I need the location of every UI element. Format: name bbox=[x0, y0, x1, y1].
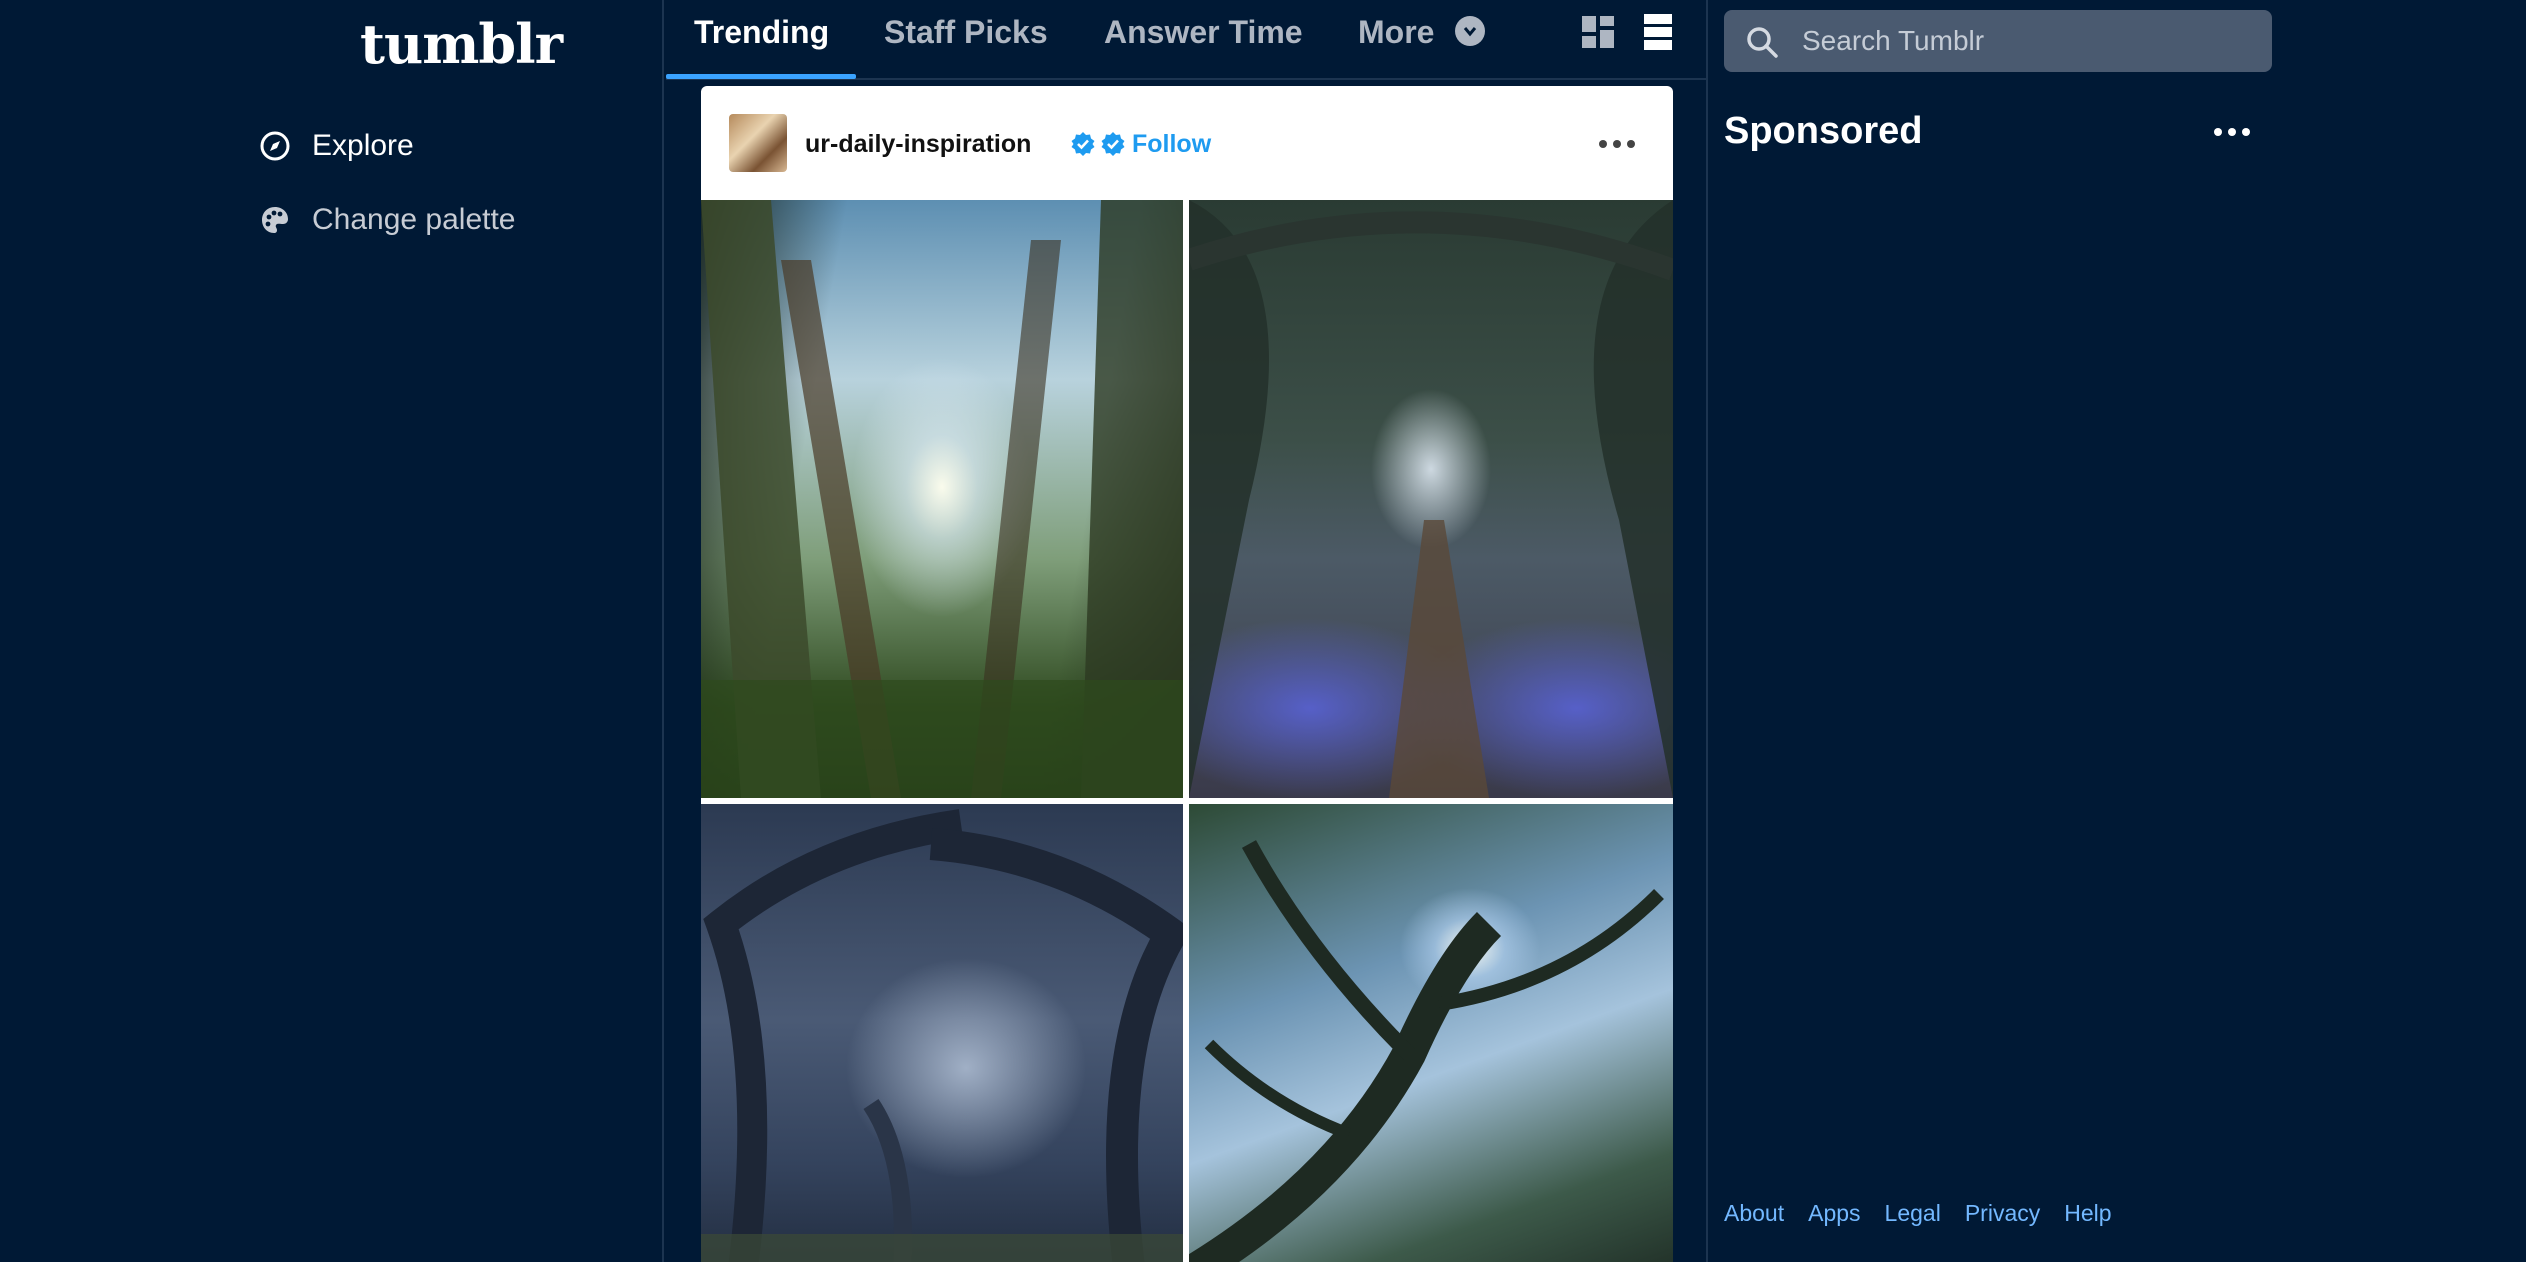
sponsored-heading: Sponsored bbox=[1724, 110, 1923, 152]
palette-icon bbox=[258, 203, 292, 237]
post-more-options-icon[interactable] bbox=[1599, 140, 1635, 148]
footer-link-privacy[interactable]: Privacy bbox=[1965, 1200, 2040, 1227]
list-view-icon[interactable] bbox=[1640, 12, 1676, 52]
verified-badge-icon bbox=[1070, 131, 1096, 157]
dot bbox=[2228, 128, 2236, 136]
search-icon bbox=[1744, 24, 1780, 60]
grid-view-icon[interactable] bbox=[1580, 12, 1616, 52]
dot bbox=[1599, 140, 1607, 148]
tab-staff-picks[interactable]: Staff Picks bbox=[884, 0, 1048, 80]
post-image-bluebell-path[interactable] bbox=[1189, 200, 1673, 798]
post-header: ur-daily-inspiration Follow bbox=[701, 86, 1673, 200]
tab-answer-time[interactable]: Answer Time bbox=[1104, 0, 1303, 80]
sponsored-more-options-icon[interactable] bbox=[2214, 128, 2250, 136]
dot bbox=[1627, 140, 1635, 148]
dot bbox=[2214, 128, 2222, 136]
dot bbox=[2242, 128, 2250, 136]
footer-link-legal[interactable]: Legal bbox=[1885, 1200, 1941, 1227]
post-username[interactable]: ur-daily-inspiration bbox=[805, 130, 1031, 159]
left-sidebar: tumblr Explore Change palette bbox=[0, 0, 664, 1262]
post-image-misty-oaks[interactable] bbox=[701, 804, 1183, 1262]
tab-label: Trending bbox=[694, 14, 830, 50]
compass-icon bbox=[258, 129, 292, 163]
tumblr-explore-page: tumblr Explore Change palette Trending S… bbox=[0, 0, 2526, 1262]
chevron-down-icon bbox=[1455, 15, 1486, 46]
footer-link-help[interactable]: Help bbox=[2064, 1200, 2111, 1227]
follow-button[interactable]: Follow bbox=[1132, 130, 1211, 159]
tab-more[interactable]: More bbox=[1358, 0, 1486, 80]
search-bar[interactable] bbox=[1724, 10, 2272, 72]
sidebar-item-explore[interactable]: Explore bbox=[258, 118, 516, 174]
post-image-oak-branches[interactable] bbox=[1189, 804, 1673, 1262]
active-tab-indicator bbox=[666, 74, 856, 79]
sidebar-item-label: Change palette bbox=[312, 203, 516, 236]
footer-link-apps[interactable]: Apps bbox=[1808, 1200, 1860, 1227]
footer-link-about[interactable]: About bbox=[1724, 1200, 1784, 1227]
tab-label: More bbox=[1358, 14, 1435, 50]
tab-label: Answer Time bbox=[1104, 14, 1303, 50]
avatar[interactable] bbox=[729, 114, 787, 172]
tab-label: Staff Picks bbox=[884, 14, 1048, 50]
verified-badge-icon bbox=[1100, 131, 1126, 157]
sidebar-item-change-palette[interactable]: Change palette bbox=[258, 192, 516, 248]
explore-feed: Trending Staff Picks Answer Time More ur… bbox=[666, 0, 1708, 1262]
post-image-redwood-canopy[interactable] bbox=[701, 200, 1183, 798]
tab-trending[interactable]: Trending bbox=[694, 0, 829, 80]
explore-tabs: Trending Staff Picks Answer Time More bbox=[666, 0, 1708, 80]
footer-links: About Apps Legal Privacy Help bbox=[1724, 1200, 2112, 1227]
sidebar-nav: Explore Change palette bbox=[258, 118, 516, 266]
search-input[interactable] bbox=[1802, 22, 2252, 60]
tumblr-logo[interactable]: tumblr bbox=[360, 12, 563, 76]
post-card: ur-daily-inspiration Follow bbox=[701, 86, 1673, 1262]
dot bbox=[1613, 140, 1621, 148]
sidebar-item-label: Explore bbox=[312, 129, 414, 162]
